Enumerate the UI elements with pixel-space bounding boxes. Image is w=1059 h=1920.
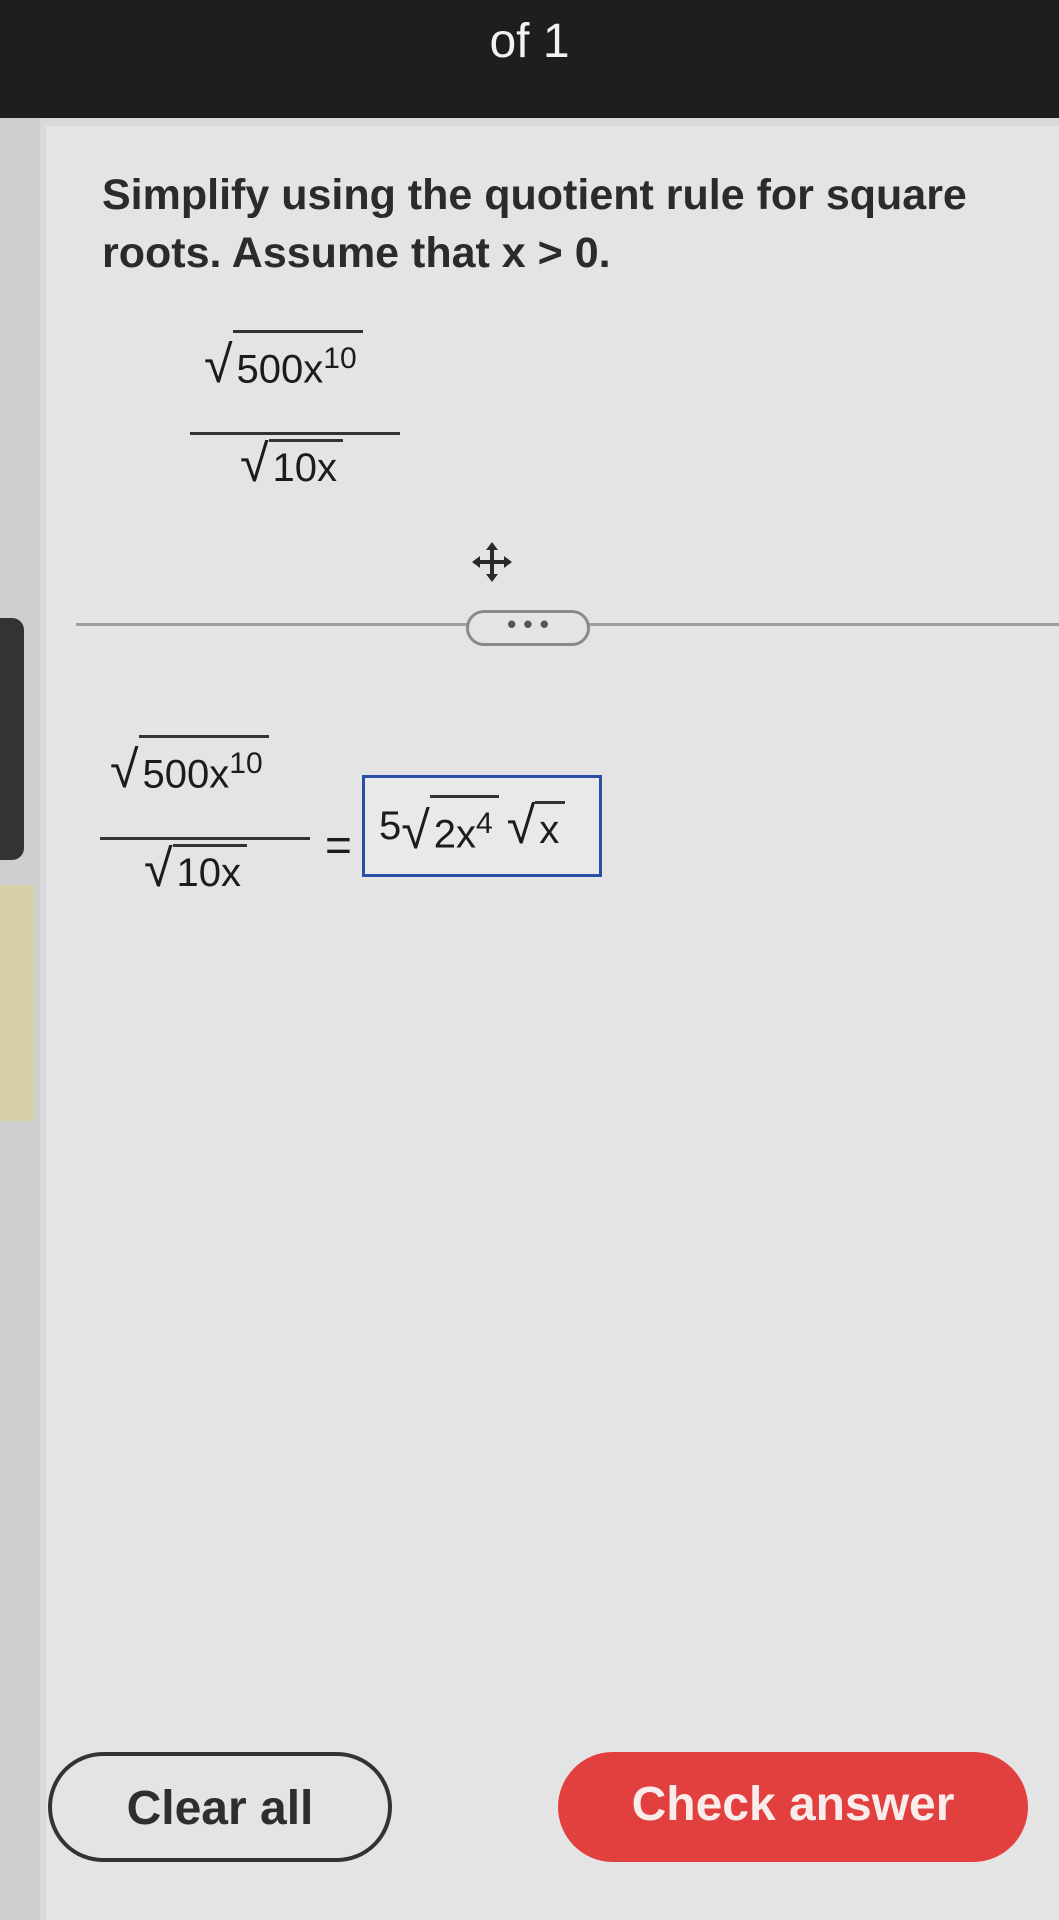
answer-coefficient: 5 — [379, 803, 402, 848]
numerator-exponent: 10 — [323, 342, 357, 375]
sqrt-symbol: √ — [506, 797, 536, 855]
numerator-radical: √ 500x10 — [110, 735, 269, 796]
denominator-radical: √ 10x — [240, 435, 344, 493]
answer-radical-1: √ 2x4 — [401, 795, 499, 860]
sqrt-symbol: √ — [240, 435, 269, 493]
sqrt-symbol: √ — [401, 801, 430, 860]
answer-radicand-1-exponent: 4 — [476, 807, 493, 841]
answer-radicand-2: x — [535, 801, 566, 852]
numerator-radicand: 500x — [236, 347, 324, 392]
denominator-radicand: 10x — [172, 844, 248, 895]
question-prompt: Simplify using the quotient rule for squ… — [102, 166, 1002, 282]
sqrt-symbol: √ — [110, 741, 139, 800]
fraction-bar — [100, 837, 310, 840]
prompt-line-1: Simplify using the quotient rule for squ… — [102, 171, 967, 219]
sqrt-symbol: √ — [204, 336, 233, 395]
numerator-exponent: 10 — [229, 747, 263, 780]
question-panel — [46, 126, 1059, 1920]
answer-radical-2: √ x — [507, 800, 566, 852]
check-answer-button[interactable]: Check answer — [558, 1752, 1028, 1862]
side-highlight — [0, 885, 34, 1121]
numerator-radical: √ 500x10 — [204, 330, 363, 391]
move-icon[interactable] — [470, 540, 514, 584]
clear-all-button[interactable]: Clear all — [48, 1752, 392, 1862]
numerator-radicand: 500x — [142, 752, 230, 797]
more-options-button[interactable]: • • • — [466, 610, 590, 646]
denominator-radicand: 10x — [268, 439, 344, 490]
top-bar: of 1 — [0, 0, 1059, 118]
answer-radicand-1: 2x — [433, 812, 477, 857]
fraction-bar — [190, 432, 400, 435]
scrollbar-thumb[interactable] — [0, 618, 24, 860]
page-count: of 1 — [489, 15, 570, 68]
prompt-line-2: roots. Assume that x > 0. — [102, 229, 611, 277]
answer-input[interactable]: 5 √ 2x4 √ x — [362, 775, 602, 877]
equals-sign: = — [325, 819, 352, 871]
denominator-radical: √ 10x — [144, 840, 248, 898]
sqrt-symbol: √ — [144, 840, 173, 898]
